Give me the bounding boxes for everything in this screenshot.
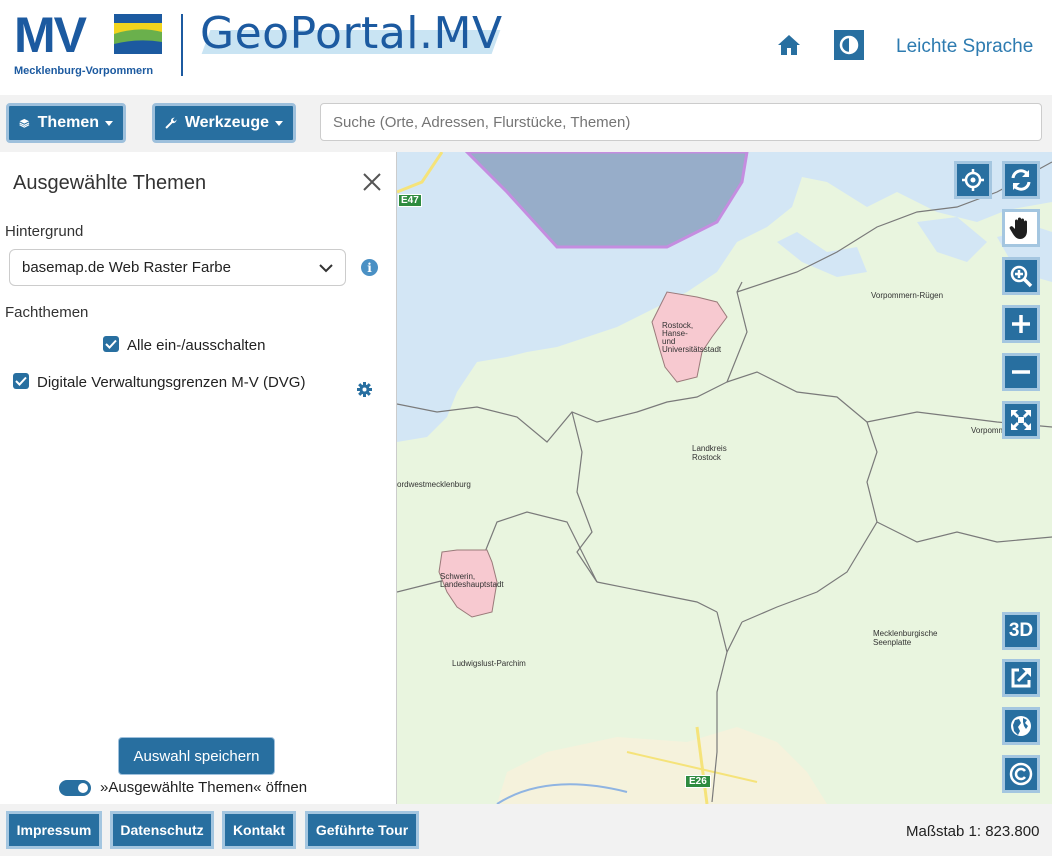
map-label-rostock-city: Rostock, Hanse- und Universitätsstadt	[662, 321, 722, 354]
pan-button[interactable]	[1002, 209, 1040, 247]
road-label-e26: E26	[685, 775, 711, 788]
open-themes-toggle[interactable]	[59, 780, 91, 796]
imprint-button[interactable]: Impressum	[6, 811, 102, 849]
panel-title: Ausgewählte Themen	[13, 172, 207, 194]
locate-icon	[962, 169, 984, 191]
background-select[interactable]: basemap.de Web Raster Farbe	[9, 249, 346, 286]
flag-logo-icon	[114, 14, 162, 54]
3d-button[interactable]: 3D	[1002, 612, 1040, 650]
chevron-down-icon	[319, 263, 333, 272]
header: MV Mecklenburg-Vorpommern GeoPortal.MV L…	[0, 0, 1052, 95]
globe-button[interactable]	[1002, 707, 1040, 745]
home-icon	[778, 35, 800, 55]
mv-logo[interactable]: MV Mecklenburg-Vorpommern	[14, 7, 164, 78]
toggle-all-checkbox[interactable]	[103, 336, 119, 352]
open-themes-toggle-label: »Ausgewählte Themen« öffnen	[100, 779, 308, 796]
zoom-in-button[interactable]	[1002, 305, 1040, 343]
wrench-icon	[165, 117, 177, 129]
contact-button[interactable]: Kontakt	[222, 811, 296, 849]
pan-hand-icon	[1009, 217, 1027, 239]
save-selection-button[interactable]: Auswahl speichern	[118, 737, 275, 775]
map-label-seenplatte: Mecklenburgische Seenplatte	[873, 629, 938, 647]
refresh-icon	[1011, 169, 1031, 191]
app-title-text: GeoPortal.MV	[200, 8, 503, 59]
layer-label: Digitale Verwaltungsgrenzen M-V (DVG)	[37, 374, 306, 391]
map-label-vorpommern-cut: Vorpomm	[971, 426, 1006, 435]
contrast-button[interactable]	[834, 30, 864, 60]
map-label-ludwigslust: Ludwigslust-Parchim	[452, 659, 526, 668]
themes-button[interactable]: Themen	[6, 103, 126, 143]
locate-button[interactable]	[954, 161, 992, 199]
zoom-out-button[interactable]	[1002, 353, 1040, 391]
road-label-e47: E47	[398, 194, 422, 207]
background-label: Hintergrund	[5, 223, 84, 240]
fullscreen-button[interactable]	[1002, 401, 1040, 439]
fullscreen-icon	[1010, 409, 1032, 431]
tools-label: Werkzeuge	[184, 114, 269, 131]
footer: Impressum Datenschutz Kontakt Geführte T…	[0, 804, 1052, 856]
chevron-down-icon	[105, 120, 113, 126]
map-label-nordwestmecklenburg: ordwestmecklenburg	[397, 480, 471, 489]
map-background	[397, 152, 1052, 804]
share-button[interactable]	[1002, 659, 1040, 697]
tools-button[interactable]: Werkzeuge	[152, 103, 296, 143]
logo-text: MV	[14, 7, 87, 63]
toggle-all-label: Alle ein-/ausschalten	[127, 337, 266, 354]
contrast-icon	[839, 35, 859, 55]
zoom-in-icon	[1012, 315, 1030, 333]
map-label-landkreis-rostock: Landkreis Rostock	[692, 444, 727, 462]
topics-label: Fachthemen	[5, 304, 89, 321]
3d-icon: 3D	[1008, 620, 1034, 641]
zoom-box-button[interactable]	[1002, 257, 1040, 295]
home-button[interactable]	[774, 30, 804, 60]
privacy-button[interactable]: Datenschutz	[110, 811, 214, 849]
map-canvas[interactable]: E47 E26 Rostock, Hanse- und Universitäts…	[397, 152, 1052, 804]
logo-divider	[181, 14, 183, 76]
zoom-box-icon	[1010, 265, 1033, 288]
gear-icon[interactable]	[356, 381, 373, 398]
map-scale: Maßstab 1: 823.800	[906, 823, 1040, 840]
tour-button[interactable]: Geführte Tour	[305, 811, 419, 849]
copyright-icon	[1009, 762, 1033, 786]
map-label-vorpommern-ruegen: Vorpommern-Rügen	[871, 291, 944, 300]
app-title[interactable]: GeoPortal.MV	[200, 8, 503, 60]
map-label-schwerin: Schwerin, Landeshauptstadt	[440, 572, 504, 589]
layer-checkbox[interactable]	[13, 373, 29, 389]
chevron-down-icon	[275, 120, 283, 126]
search-input[interactable]	[320, 103, 1042, 141]
info-icon[interactable]: i	[361, 259, 378, 276]
easy-language-link[interactable]: Leichte Sprache	[896, 36, 1033, 58]
copyright-button[interactable]	[1002, 755, 1040, 793]
check-icon	[15, 376, 27, 386]
background-select-value: basemap.de Web Raster Farbe	[22, 259, 231, 276]
close-icon[interactable]	[360, 170, 384, 194]
selected-themes-panel: Ausgewählte Themen Hintergrund basemap.d…	[0, 152, 397, 804]
layers-icon	[19, 118, 30, 128]
globe-icon	[1011, 716, 1031, 736]
zoom-out-icon	[1012, 370, 1030, 374]
logo-subtitle: Mecklenburg-Vorpommern	[14, 65, 154, 77]
themes-label: Themen	[37, 114, 99, 131]
refresh-button[interactable]	[1002, 161, 1040, 199]
share-icon	[1011, 668, 1031, 688]
check-icon	[105, 339, 117, 349]
